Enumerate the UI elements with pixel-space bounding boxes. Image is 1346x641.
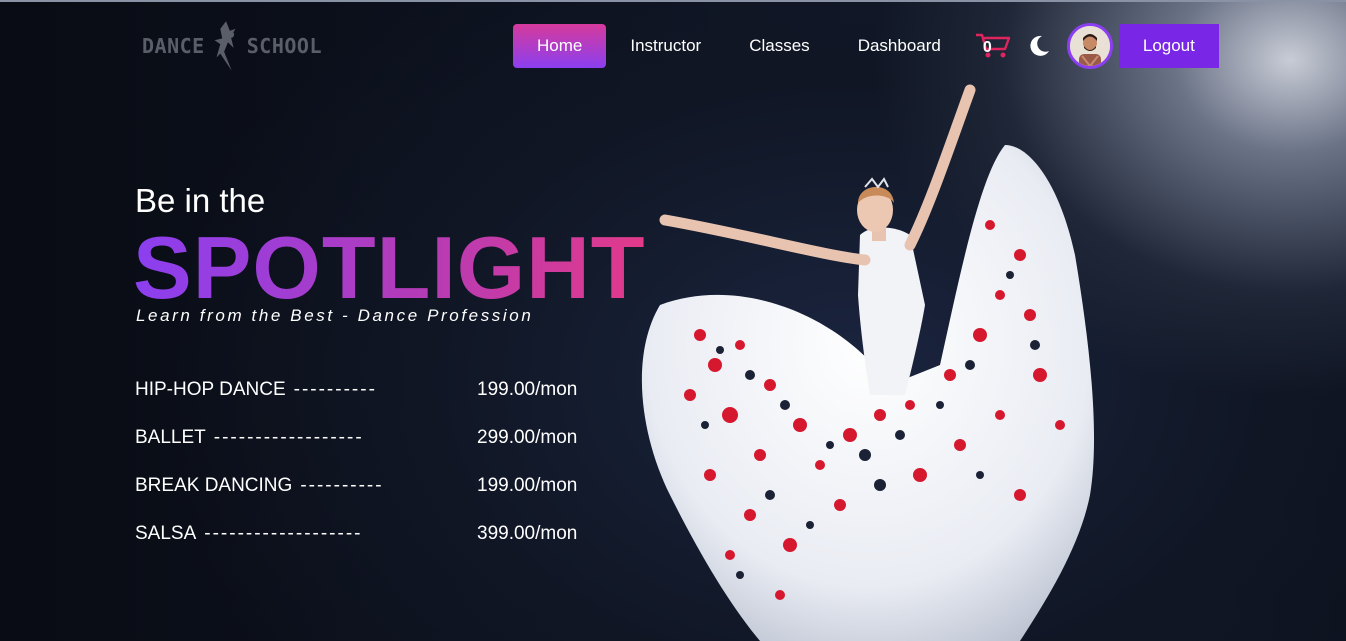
logo-text-right: SCHOOL — [246, 34, 322, 58]
nav-dashboard[interactable]: Dashboard — [834, 24, 965, 68]
nav-classes[interactable]: Classes — [725, 24, 833, 68]
cart-icon — [975, 33, 1011, 58]
price-value: 199.00/mon — [477, 379, 578, 400]
price-row: SALSA ------------------- 399.00/mon — [135, 510, 595, 558]
price-name: HIP-HOP DANCE — [135, 379, 286, 400]
price-name: BREAK DANCING — [135, 475, 293, 496]
price-row: HIP-HOP DANCE ---------- 199.00/mon — [135, 366, 595, 414]
price-name: BALLET — [135, 427, 206, 448]
hero-title: SPOTLIGHT — [133, 218, 646, 317]
logo[interactable]: DANCE SCHOOL — [142, 18, 322, 74]
price-dashes: ------------------ — [213, 427, 364, 448]
price-dashes: ------------------- — [204, 523, 363, 544]
avatar[interactable] — [1066, 23, 1113, 69]
price-value: 199.00/mon — [477, 475, 578, 496]
price-value: 399.00/mon — [477, 523, 578, 544]
price-row: BALLET ------------------ 299.00/mon — [135, 414, 595, 462]
price-dashes: ---------- — [300, 475, 384, 496]
dancer-hero-image — [641, 84, 1095, 641]
cart-count-badge: 0 — [982, 39, 992, 56]
moon-icon — [1030, 35, 1049, 56]
price-value: 299.00/mon — [477, 427, 578, 448]
price-list: HIP-HOP DANCE ---------- 199.00/mon BALL… — [135, 366, 595, 558]
window-top-border — [0, 0, 1346, 2]
price-row: BREAK DANCING ---------- 199.00/mon — [135, 462, 595, 510]
hero-subtitle: Learn from the Best - Dance Profession — [136, 306, 534, 325]
logo-text-left: DANCE — [142, 34, 205, 58]
theme-toggle[interactable] — [1025, 32, 1053, 60]
hero-kicker: Be in the — [135, 182, 266, 219]
nav-home[interactable]: Home — [513, 24, 607, 68]
main-nav: Home Instructor Classes Dashboard 0 Logo… — [513, 23, 1219, 69]
cart-button[interactable]: 0 — [973, 26, 1013, 66]
user-avatar-icon — [1069, 26, 1110, 66]
price-name: SALSA — [135, 523, 197, 544]
nav-instructor[interactable]: Instructor — [606, 24, 725, 68]
price-dashes: ---------- — [293, 379, 377, 400]
logout-button[interactable]: Logout — [1118, 24, 1219, 68]
dancer-logo-icon — [214, 21, 236, 71]
